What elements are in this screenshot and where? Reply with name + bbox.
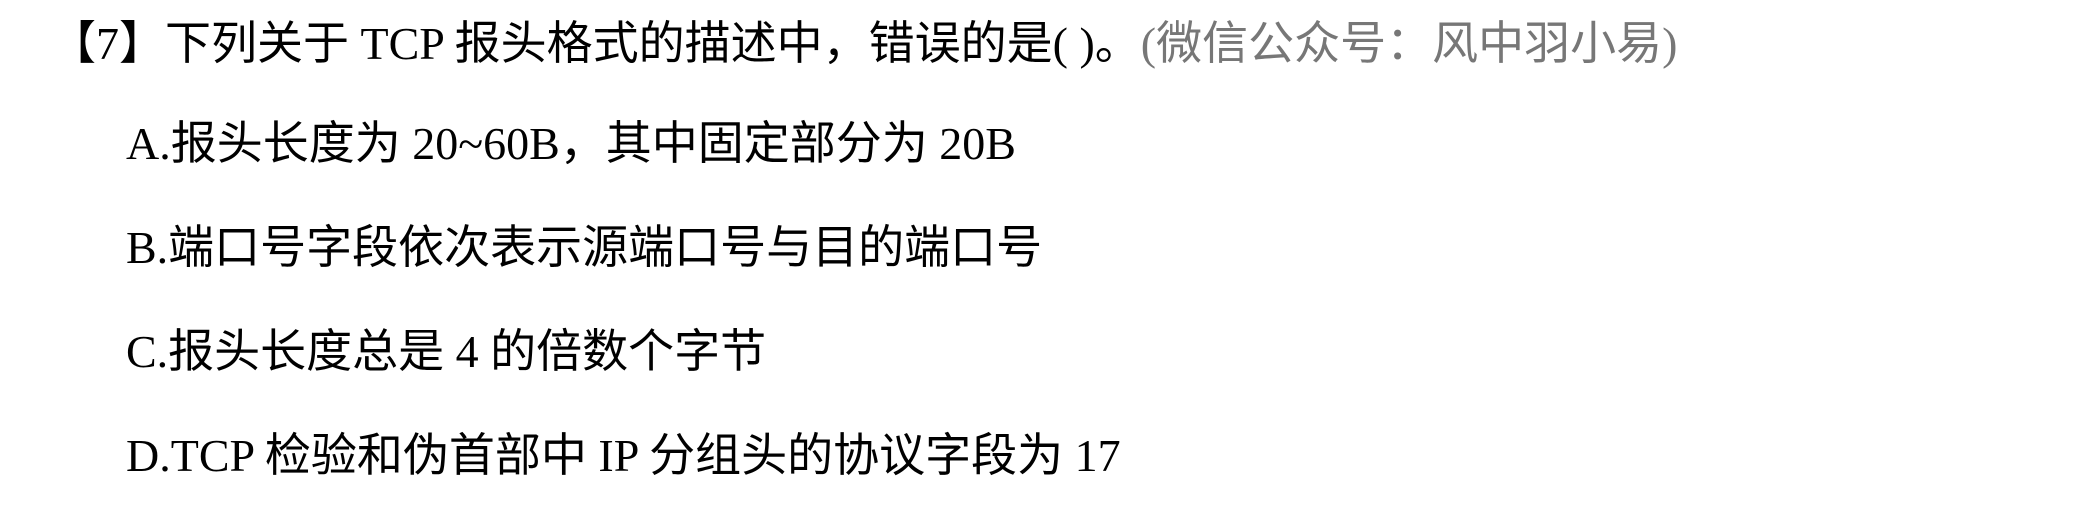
question-line: 【7】下列关于 TCP 报头格式的描述中，错误的是( )。(微信公众号：风中羽小… [50, 14, 1677, 74]
question-source: (微信公众号：风中羽小易) [1140, 18, 1678, 69]
option-b: B.端口号字段依次表示源端口号与目的端口号 [126, 222, 1043, 273]
option-c: C.报头长度总是 4 的倍数个字节 [126, 326, 767, 377]
document-page: 【7】下列关于 TCP 报头格式的描述中，错误的是( )。(微信公众号：风中羽小… [0, 0, 2081, 493]
question-stem: 下列关于 TCP 报头格式的描述中，错误的是( )。 [165, 18, 1141, 69]
question-number: 【7】 [50, 18, 165, 69]
option-a: A.报头长度为 20~60B，其中固定部分为 20B [126, 118, 1016, 169]
option-list: A.报头长度为 20~60B，其中固定部分为 20B B.端口号字段依次表示源端… [126, 114, 1121, 530]
option-d: D.TCP 检验和伪首部中 IP 分组头的协议字段为 17 [126, 430, 1121, 481]
